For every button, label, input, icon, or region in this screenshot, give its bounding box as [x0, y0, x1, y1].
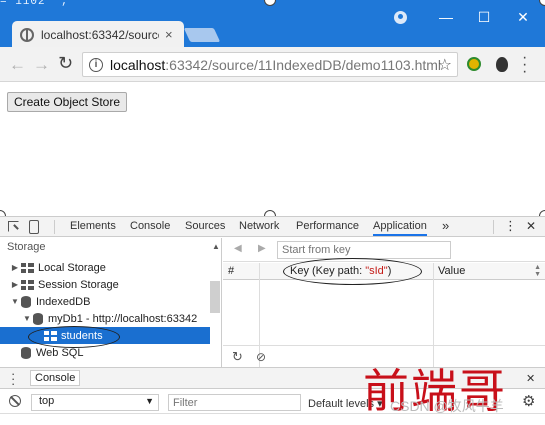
sidebar-item-local-storage[interactable]: ▶ Local Storage	[0, 259, 221, 276]
tab-close-button[interactable]: ×	[165, 27, 173, 42]
collapse-arrow-icon[interactable]: ▼	[21, 314, 33, 323]
tab-console[interactable]: Console	[130, 220, 170, 232]
devtools-close-button[interactable]: ✕	[526, 219, 536, 233]
sidebar-item-web-sql[interactable]: Web SQL	[0, 344, 221, 361]
database-icon	[21, 346, 31, 359]
divider	[54, 220, 55, 234]
gear-icon[interactable]: ⚙	[522, 392, 535, 410]
address-bar[interactable]: i localhost:63342/source/11IndexedDB/dem…	[82, 52, 458, 77]
browser-menu-icon[interactable]: · · ·	[522, 50, 527, 80]
more-tabs-button[interactable]: »	[442, 218, 449, 233]
dropdown-arrow-icon: ▼	[145, 396, 154, 406]
new-tab-button[interactable]	[183, 28, 221, 42]
create-object-store-button[interactable]: Create Object Store	[7, 92, 127, 112]
page-viewport: Create Object Store	[0, 83, 545, 216]
context-select[interactable]: top ▼	[31, 394, 159, 411]
info-icon[interactable]: i	[89, 57, 103, 72]
minimize-button[interactable]: —	[436, 9, 456, 25]
expand-arrow-icon[interactable]: ▶	[9, 280, 21, 289]
grid-icon	[21, 279, 34, 290]
browser-tab[interactable]: localhost:63342/source ×	[12, 21, 184, 48]
scroll-up-arrow-icon[interactable]: ▲	[212, 242, 220, 251]
collapse-arrow-icon[interactable]: ▼	[9, 297, 21, 306]
previous-page-button[interactable]: ◀	[234, 243, 242, 254]
sidebar-item-indexeddb[interactable]: ▼ IndexedDB	[0, 293, 221, 310]
globe-icon	[20, 27, 34, 42]
grid-icon	[21, 262, 34, 273]
inspect-element-icon[interactable]	[8, 221, 19, 232]
sidebar-item-label: Web SQL	[36, 346, 84, 359]
sidebar-item-label: myDb1 - http://localhost:63342	[48, 312, 198, 325]
back-button[interactable]: ←	[9, 55, 26, 75]
application-sidebar: Storage ▲ ▶ Local Storage ▶ Session Stor…	[0, 238, 222, 367]
devtools-menu-icon[interactable]: ⋮	[504, 218, 517, 234]
column-value[interactable]: Value	[438, 265, 465, 277]
clear-console-icon[interactable]	[9, 395, 21, 407]
tab-performance[interactable]: Performance	[296, 220, 359, 232]
start-from-key-input[interactable]	[277, 241, 451, 259]
sidebar-item-mydb1[interactable]: ▼ myDb1 - http://localhost:63342	[0, 310, 221, 327]
sidebar-item-session-storage[interactable]: ▶ Session Storage	[0, 276, 221, 293]
storage-heading: Storage	[7, 241, 46, 253]
extension-icon[interactable]	[467, 57, 481, 71]
devtools-tab-bar: Elements Console Sources Network Perform…	[0, 217, 545, 237]
tab-application[interactable]: Application	[373, 220, 427, 236]
database-icon	[33, 312, 43, 325]
url-host: localhost	[110, 56, 166, 73]
title-bar: = 1102 '; localhost:63342/source × — ☐ ✕	[0, 0, 545, 48]
address-toolbar: ← → ↻ i localhost:63342/source/11Indexed…	[0, 47, 545, 82]
console-filter-input[interactable]	[168, 394, 301, 411]
tab-network[interactable]: Network	[239, 220, 279, 232]
tab-sources[interactable]: Sources	[185, 220, 225, 232]
bookmark-star-icon[interactable]: ☆	[438, 55, 452, 75]
profile-icon[interactable]	[394, 11, 408, 25]
reload-button[interactable]: ↻	[58, 53, 73, 74]
sort-arrows-icon[interactable]: ▲ ▼	[534, 264, 541, 278]
column-index[interactable]: #	[228, 265, 234, 277]
sidebar-item-label: Local Storage	[38, 261, 106, 274]
device-toolbar-icon[interactable]	[29, 220, 39, 234]
divider	[493, 220, 494, 234]
drawer-close-button[interactable]: ✕	[526, 372, 535, 385]
window-close-button[interactable]: ✕	[513, 9, 533, 25]
database-icon	[21, 295, 31, 308]
extension-drop-icon[interactable]	[496, 57, 508, 72]
annotation-oval-students	[28, 326, 120, 348]
tab-title: localhost:63342/source	[41, 27, 159, 42]
tab-elements[interactable]: Elements	[70, 220, 116, 232]
context-select-value: top	[39, 395, 55, 407]
url-path: :63342/source/11IndexedDB/demo1103.html	[165, 56, 442, 73]
refresh-icon[interactable]: ↻	[232, 349, 243, 365]
code-fragment: = 1102 ';	[0, 0, 69, 8]
sidebar-item-label: IndexedDB	[36, 295, 91, 308]
url-text[interactable]: localhost:63342/source/11IndexedDB/demo1…	[110, 57, 441, 73]
object-store-toolbar: ◀ ▶	[223, 238, 545, 262]
next-page-button[interactable]: ▶	[258, 243, 266, 254]
annotation-oval-key-path	[283, 258, 422, 285]
maximize-button[interactable]: ☐	[474, 9, 494, 25]
csdn-watermark: CSDN @牧风牛羊	[390, 398, 504, 414]
drawer-tab-console[interactable]: Console	[30, 370, 81, 386]
expand-arrow-icon[interactable]: ▶	[9, 263, 21, 272]
clear-object-store-icon[interactable]: ⊘	[256, 350, 266, 364]
sidebar-item-label: Session Storage	[38, 278, 119, 291]
drawer-menu-icon[interactable]: · · ·	[11, 367, 15, 390]
forward-button[interactable]: →	[33, 55, 50, 75]
